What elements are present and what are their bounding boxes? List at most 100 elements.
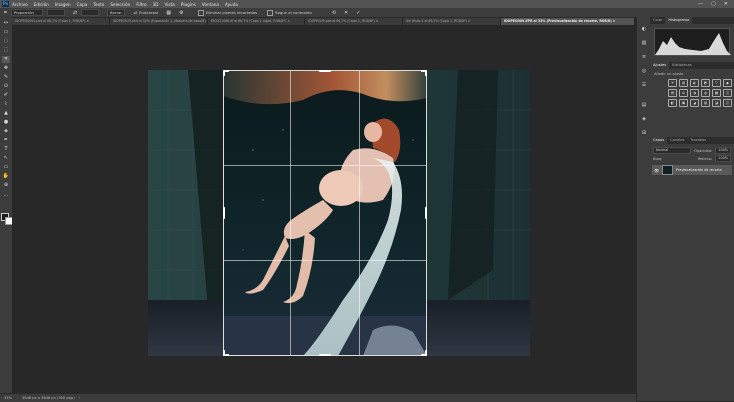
posterize-icon[interactable]: ◧ [668,99,677,107]
brush-tool-icon[interactable]: ✐ [2,92,10,99]
crop-tool-icon[interactable]: ⌗ [4,10,7,16]
cancel-crop-icon[interactable]: ✕ [344,10,348,16]
move-tool-icon[interactable]: ↔ [2,20,10,27]
selective-color-icon[interactable]: ▨ [701,99,710,107]
menu-seleccion[interactable]: Selección [110,2,130,7]
levels-icon[interactable]: ▥ [679,79,688,87]
color-lookup-icon[interactable]: ▦ [712,89,721,97]
gradient-tool-icon[interactable]: ◈ [2,128,10,135]
invert-icon[interactable]: ◫ [723,89,732,97]
curves-icon[interactable]: ◐ [690,79,699,87]
layers-panel-icon[interactable]: ▤ [640,101,648,109]
properties-panel-icon[interactable]: ≡ [640,53,648,61]
color-balance-icon[interactable]: ▤ [668,89,677,97]
history-brush-tool-icon[interactable]: ▲ [2,110,10,117]
minimize-button[interactable]: — [698,1,703,7]
tab-libraries[interactable]: Bibliotecas [669,62,695,69]
ratio-width-input[interactable] [46,9,65,16]
tab-channels[interactable]: Canales [667,137,687,144]
opacity-input[interactable]: 100% [715,147,731,154]
type-tool-icon[interactable]: T [2,146,10,153]
eyedropper-tool-icon[interactable]: ✎ [2,74,10,81]
adjustments-panel-icon[interactable]: ◎ [640,67,648,75]
libraries-panel-icon[interactable]: ☰ [640,81,648,89]
menu-ayuda[interactable]: Ayuda [225,2,238,7]
brightness-icon[interactable]: ☀ [668,79,677,87]
frame-tool-icon[interactable]: ✥ [2,65,10,72]
clear-button[interactable]: Borrar [107,9,125,16]
crop-handle-bl-v[interactable] [223,350,225,356]
tab-document-1[interactable]: IDOPEG0091.psd al 66,7% (Capa 1, RGB/8*)… [12,18,110,25]
tab-adjustments[interactable]: Ajustes [650,62,670,69]
path-select-tool-icon[interactable]: ↖ [2,155,10,162]
lasso-tool-icon[interactable]: ◌ [2,38,10,45]
exposure-icon[interactable]: ◩ [701,79,710,87]
menu-vista[interactable]: Vista [164,2,174,7]
menu-archivo[interactable]: Archivo [12,2,28,7]
visibility-eye-icon[interactable]: 👁 [654,168,659,173]
close-button[interactable]: ✕ [724,1,728,7]
blend-mode-select[interactable]: Normal [653,147,692,154]
tab-document-4[interactable]: IDOPEG09.psd al 66,7% (Capa 1, RGB/8*) × [305,18,404,25]
black-white-icon[interactable]: ⚖ [679,89,688,97]
menu-filtro[interactable]: Filtro [136,2,146,7]
shape-tool-icon[interactable]: ▭ [2,164,10,171]
commit-crop-icon[interactable]: ✓ [356,10,360,16]
delete-cropped-checkbox[interactable]: Eliminar píxeles recortados [197,9,257,16]
channels-panel-icon[interactable]: ◈ [640,115,648,123]
reset-icon[interactable]: ⟲ [332,10,336,16]
hand-tool-icon[interactable]: ✋ [2,173,10,180]
threshold-icon[interactable]: ▣ [679,99,688,107]
zoom-tool-icon[interactable]: ⊕ [2,182,10,189]
crop-handle-left[interactable] [223,207,225,219]
tab-document-2[interactable]: IDOPEG023.psd al 50% (Exposición 1, Másc… [109,18,208,25]
stamp-tool-icon[interactable]: ⌇ [2,101,10,108]
swatches-panel-icon[interactable]: ▧ [640,39,648,47]
tab-document-active[interactable]: IDOPEG009.EPR al 33% (Previsualización d… [500,18,635,25]
canvas-area[interactable] [12,25,635,393]
menu-texto[interactable]: Texto [93,2,104,7]
pen-tool-icon[interactable]: ✒ [2,137,10,144]
swap-icon[interactable]: ⇄ [73,10,77,16]
menu-edicion[interactable]: Edición [34,2,49,7]
straighten-icon[interactable]: ⊿ [133,10,137,16]
color-swatches[interactable] [1,213,13,225]
gradient-fill-icon[interactable]: ◰ [723,99,732,107]
fill-input[interactable]: 100% [715,155,731,162]
healing-tool-icon[interactable]: ⊙ [2,83,10,90]
vibrance-icon[interactable]: ▽ [712,79,721,87]
menu-imagen[interactable]: Imagen [55,2,71,7]
tab-document-5[interactable]: Sin título-1 al 66,7% (Capa 1, RGB/8*) × [403,18,501,25]
ratio-select[interactable]: Proporción [10,9,43,16]
content-aware-checkbox[interactable]: Según el contenido [267,9,312,16]
crop-handle-br-v[interactable] [425,350,427,356]
crop-handle-top[interactable] [319,70,331,72]
shadows-icon[interactable]: ◪ [712,99,721,107]
gradient-map-icon[interactable]: ◢ [690,99,699,107]
status-arrow-icon[interactable]: › [79,396,80,400]
tab-layers[interactable]: Capas [650,137,668,144]
grid-overlay-icon[interactable]: ▦ [166,10,171,16]
object-select-tool-icon[interactable]: ⬚ [2,47,10,54]
crop-tool-icon[interactable]: ⌗ [2,56,10,63]
maximize-button[interactable]: ▢ [711,1,716,7]
hue-saturation-icon[interactable]: ◆ [723,79,732,87]
menu-plugins[interactable]: Plugins [181,2,196,7]
more-tools-icon[interactable]: ⋯ [2,193,10,200]
crop-preview-image[interactable] [223,70,427,356]
tab-color[interactable]: Color [650,17,665,24]
color-panel-icon[interactable]: ◐ [640,25,648,33]
paths-panel-icon[interactable]: ⊞ [640,129,648,137]
menu-3d[interactable]: 3D [153,2,159,7]
menu-capa[interactable]: Capa [77,2,88,7]
crop-handle-bottom[interactable] [319,354,331,356]
channel-mixer-icon[interactable]: ◍ [701,89,710,97]
eraser-tool-icon[interactable]: ● [2,119,10,126]
marquee-tool-icon[interactable]: ▭ [2,29,10,36]
photo-filter-icon[interactable]: ◑ [690,89,699,97]
tab-histogram[interactable]: Histograma [665,17,693,24]
tab-document-3[interactable]: IDO0G1086.tif al 66,7% (Capa 1 copia, RG… [207,18,306,25]
crop-handle-tr-v[interactable] [425,70,427,76]
crop-handle-tl-v[interactable] [223,70,225,76]
layer-row[interactable]: 👁 Previsualización de recorte [652,165,732,175]
